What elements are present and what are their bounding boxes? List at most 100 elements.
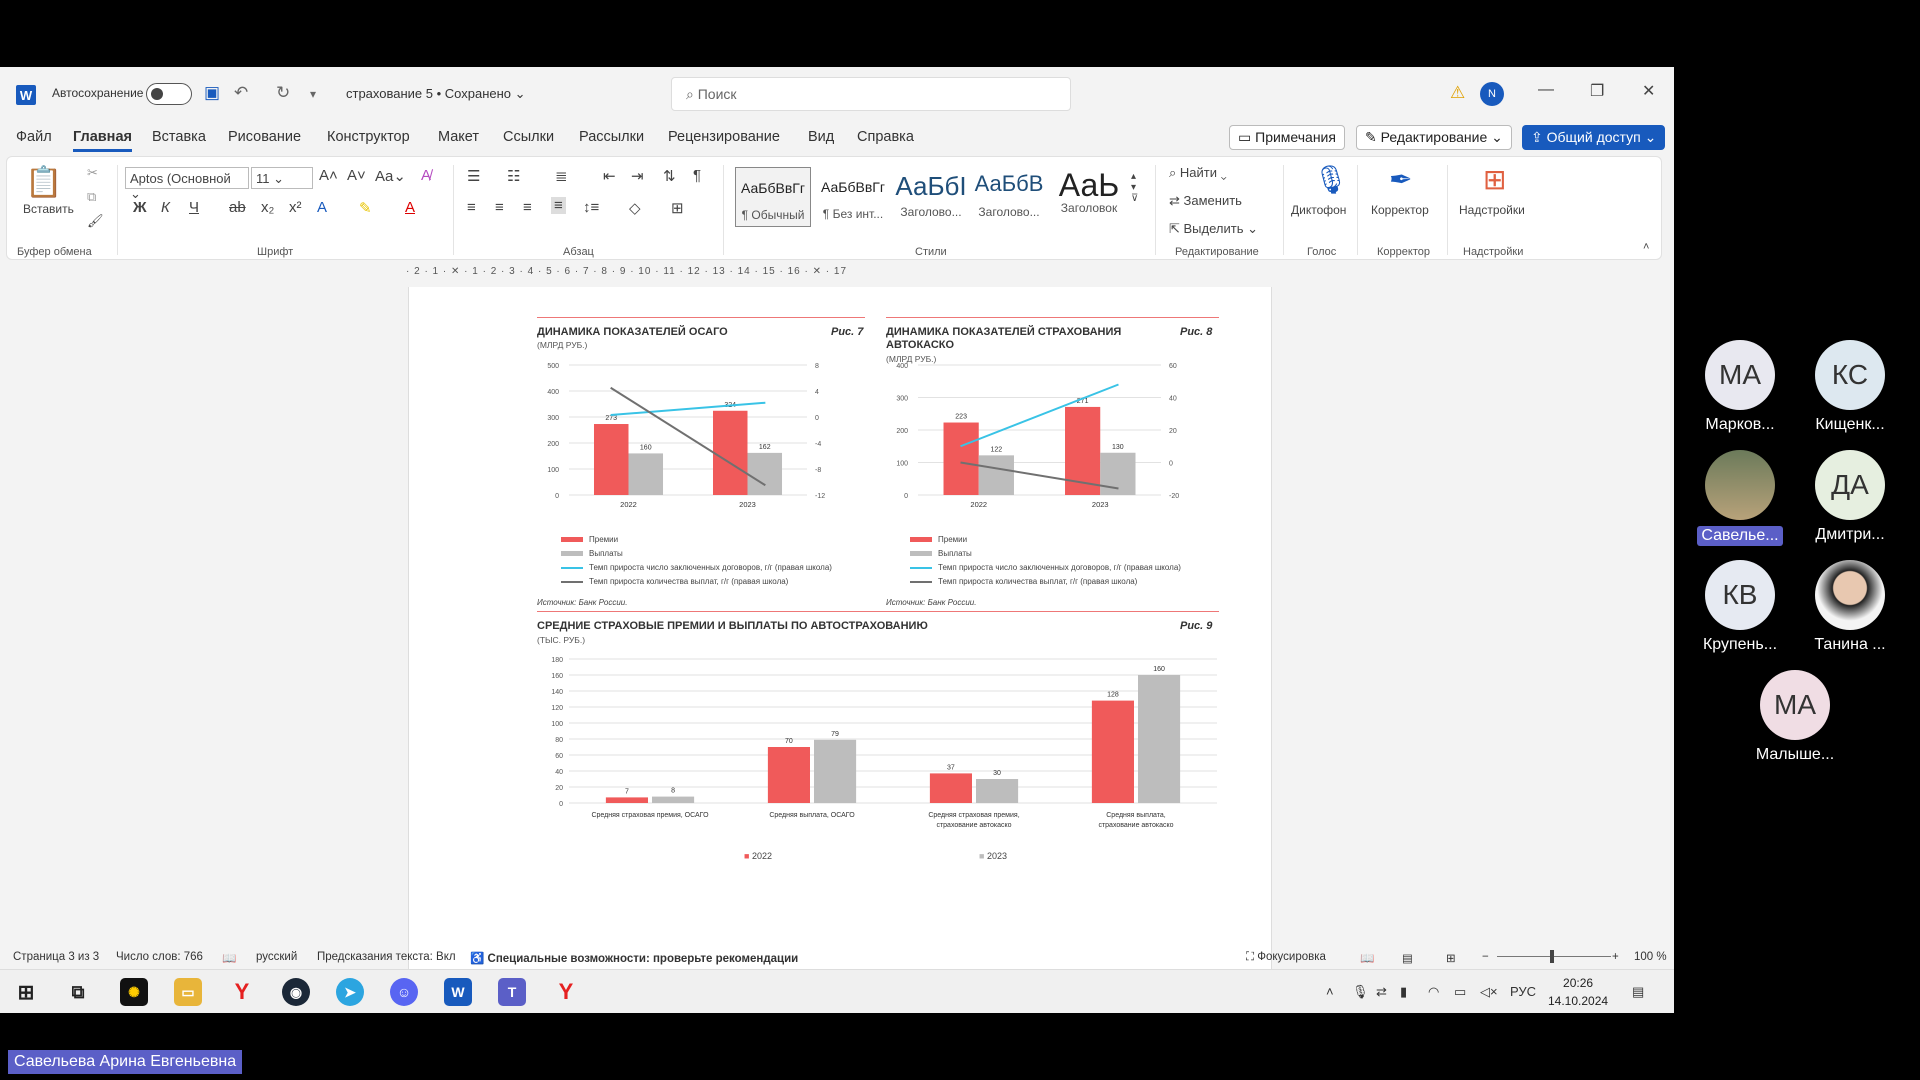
pilcrow-icon[interactable]: ¶ bbox=[693, 167, 701, 184]
microphone-icon[interactable]: 🎙 bbox=[1313, 163, 1349, 196]
paste-button[interactable]: Вставить bbox=[23, 202, 74, 216]
share-button[interactable]: ⇪ Общий доступ ⌄ bbox=[1522, 125, 1666, 150]
text-effects-icon[interactable]: A bbox=[317, 199, 327, 216]
print-layout-icon[interactable]: ▤ bbox=[1402, 951, 1413, 965]
clear-format-icon[interactable]: A̸ bbox=[421, 167, 431, 184]
menu-tab[interactable]: Справка bbox=[857, 129, 914, 145]
menu-tab[interactable]: Рисование bbox=[228, 129, 301, 145]
zoom-slider-thumb[interactable] bbox=[1550, 950, 1554, 963]
telegram-icon[interactable]: ➤ bbox=[336, 978, 364, 1006]
menu-tab[interactable]: Конструктор bbox=[327, 129, 410, 145]
style-item[interactable]: АаБбВвГг ¶ Без инт... bbox=[815, 167, 891, 227]
participant-tile[interactable]: МА Марков... bbox=[1685, 340, 1795, 434]
bullets-icon[interactable]: ☰ bbox=[467, 167, 480, 185]
minimize-button[interactable]: — bbox=[1538, 81, 1554, 99]
menu-tab[interactable]: Рецензирование bbox=[668, 129, 780, 145]
web-layout-icon[interactable]: ⊞ bbox=[1446, 951, 1456, 965]
style-item[interactable]: АаБбІ Заголово... bbox=[893, 167, 969, 227]
zoom-in-icon[interactable]: + bbox=[1612, 951, 1619, 963]
justify-icon[interactable]: ≡ bbox=[551, 197, 566, 214]
search-box[interactable]: ⌕ Поиск bbox=[671, 77, 1071, 111]
close-button[interactable]: ✕ bbox=[1642, 81, 1655, 101]
style-item[interactable]: АаБбВвГг ¶ Обычный bbox=[735, 167, 811, 227]
autosave-toggle[interactable] bbox=[146, 83, 192, 105]
tray-chevron-icon[interactable]: ˄ bbox=[1326, 984, 1334, 999]
document-page[interactable]: ДИНАМИКА ПОКАЗАТЕЛЕЙ ОСАГО (МЛРД РУБ.) Р… bbox=[408, 287, 1272, 1013]
highlight-icon[interactable]: ✎ bbox=[359, 199, 372, 217]
sort-icon[interactable]: ⇅ bbox=[663, 167, 676, 185]
participant-tile[interactable]: КС Кищенк... bbox=[1795, 340, 1905, 434]
focus-mode[interactable]: ⛶ Фокусировка bbox=[1246, 951, 1326, 964]
app-icon-1[interactable]: ✺ bbox=[120, 978, 148, 1006]
find-button[interactable]: ⌕ Найти ⌄ bbox=[1169, 165, 1227, 181]
redo-icon[interactable]: ↻ bbox=[276, 83, 290, 103]
editor-button[interactable]: Корректор bbox=[1371, 203, 1429, 217]
discord-icon[interactable]: ☺ bbox=[390, 978, 418, 1006]
tray-volume-icon[interactable]: ◁× bbox=[1480, 984, 1498, 1000]
menu-tab[interactable]: Вставка bbox=[152, 129, 206, 145]
zoom-slider[interactable] bbox=[1497, 956, 1611, 957]
user-avatar[interactable]: N bbox=[1480, 82, 1504, 106]
task-view-icon[interactable]: ⧉ bbox=[64, 978, 92, 1006]
restore-button[interactable]: ❐ bbox=[1590, 81, 1604, 101]
dictate-button[interactable]: Диктофон bbox=[1291, 203, 1346, 217]
steam-icon[interactable]: ◉ bbox=[282, 978, 310, 1006]
font-color-icon[interactable]: A bbox=[405, 199, 415, 216]
select-button[interactable]: ⇱ Выделить ⌄ bbox=[1169, 221, 1258, 237]
word-taskbar-icon[interactable]: W bbox=[444, 978, 472, 1006]
proofing-icon[interactable]: 📖 bbox=[222, 951, 236, 965]
line-spacing-icon[interactable]: ↕≡ bbox=[583, 199, 599, 216]
participant-tile[interactable]: МА Малыше... bbox=[1740, 670, 1850, 764]
shrink-font-icon[interactable]: A˅ bbox=[347, 167, 366, 184]
text-predictions[interactable]: Предсказания текста: Вкл bbox=[317, 951, 456, 963]
tray-battery-icon[interactable]: ▭ bbox=[1454, 984, 1466, 1000]
customize-qat-icon[interactable]: ▾ bbox=[310, 87, 316, 101]
language[interactable]: русский bbox=[256, 951, 297, 963]
tray-signal-icon[interactable]: ▮ bbox=[1400, 984, 1407, 1000]
document-name[interactable]: страхование 5 • Сохранено ⌄ bbox=[346, 86, 526, 102]
read-mode-icon[interactable]: 📖 bbox=[1360, 951, 1374, 965]
accessibility-status[interactable]: ♿ Специальные возможности: проверьте рек… bbox=[470, 951, 798, 965]
addins-button[interactable]: Надстройки bbox=[1459, 203, 1525, 217]
menu-tab[interactable]: Главная bbox=[73, 129, 132, 152]
menu-tab[interactable]: Файл bbox=[16, 129, 52, 145]
warning-icon[interactable]: ⚠ bbox=[1450, 83, 1465, 103]
grow-font-icon[interactable]: A˄ bbox=[319, 167, 338, 184]
clock[interactable]: 20:26 14.10.2024 bbox=[1548, 974, 1608, 1010]
tray-network-icon[interactable]: ⇄ bbox=[1376, 984, 1387, 1000]
style-item[interactable]: АаЬ Заголовок bbox=[1051, 167, 1127, 227]
align-center-icon[interactable]: ≡ bbox=[495, 199, 504, 216]
align-left-icon[interactable]: ≡ bbox=[467, 199, 476, 216]
participant-tile[interactable]: Савелье... bbox=[1685, 450, 1795, 551]
bold-icon[interactable]: Ж bbox=[133, 199, 147, 216]
subscript-icon[interactable]: x₂ bbox=[261, 199, 274, 216]
editor-icon[interactable]: ✒ bbox=[1389, 163, 1412, 196]
numbering-icon[interactable]: ☷ bbox=[507, 167, 520, 185]
copy-icon[interactable]: ⧉ bbox=[87, 189, 96, 205]
windows-start-icon[interactable]: ⊞ bbox=[12, 978, 40, 1006]
file-explorer-icon[interactable]: ▭ bbox=[174, 978, 202, 1006]
participant-tile[interactable]: ДА Дмитри... bbox=[1795, 450, 1905, 544]
superscript-icon[interactable]: x² bbox=[289, 199, 302, 216]
tray-language[interactable]: РУС bbox=[1510, 984, 1536, 999]
zoom-level[interactable]: 100 % bbox=[1634, 951, 1667, 963]
style-item[interactable]: АаБбВ Заголово... bbox=[971, 167, 1047, 227]
editing-mode-button[interactable]: ✎ Редактирование ⌄ bbox=[1356, 125, 1512, 150]
strikethrough-icon[interactable]: ab bbox=[229, 199, 246, 216]
increase-indent-icon[interactable]: ⇥ bbox=[631, 167, 644, 185]
change-case-icon[interactable]: Aa⌄ bbox=[375, 167, 406, 185]
undo-icon[interactable]: ↶ bbox=[234, 83, 248, 103]
font-size-combo[interactable]: 11 ⌄ bbox=[251, 167, 313, 189]
save-icon[interactable]: ▣ bbox=[204, 83, 220, 103]
zoom-out-icon[interactable]: − bbox=[1482, 951, 1489, 963]
menu-tab[interactable]: Ссылки bbox=[503, 129, 554, 145]
menu-tab[interactable]: Вид bbox=[808, 129, 834, 145]
borders-icon[interactable]: ⊞ bbox=[671, 199, 684, 217]
participant-tile[interactable]: Танина ... bbox=[1795, 560, 1905, 654]
shading-icon[interactable]: ◇ bbox=[629, 199, 641, 217]
comments-button[interactable]: ▭ Примечания bbox=[1229, 125, 1345, 150]
cut-icon[interactable]: ✂ bbox=[87, 165, 98, 181]
decrease-indent-icon[interactable]: ⇤ bbox=[603, 167, 616, 185]
align-right-icon[interactable]: ≡ bbox=[523, 199, 532, 216]
menu-tab[interactable]: Макет bbox=[438, 129, 479, 145]
